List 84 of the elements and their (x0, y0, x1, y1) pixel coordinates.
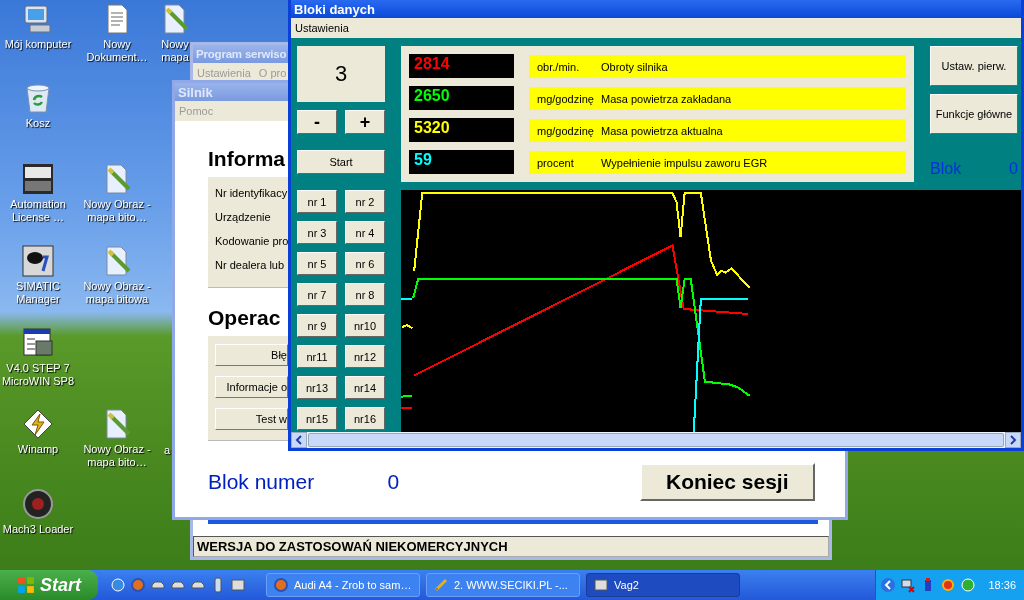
reading-name: Masa powietrza aktualna (601, 124, 723, 137)
operation-button[interactable]: Błę (215, 344, 288, 366)
group-button[interactable]: nr15 (297, 407, 337, 430)
operation-button[interactable]: Test w (215, 408, 288, 430)
increment-button[interactable]: + (345, 110, 385, 134)
window-icon[interactable] (230, 577, 246, 593)
desktop-icon-label[interactable]: a (163, 444, 171, 457)
reading-unit: procent (537, 156, 575, 169)
group-button[interactable]: nr 2 (345, 190, 385, 213)
simatic-logo-icon[interactable] (22, 245, 54, 277)
license-logo-icon[interactable] (22, 163, 54, 195)
scroll-left-icon[interactable] (291, 432, 307, 448)
info-label: Urządzenie (215, 211, 271, 225)
reading-unit: mg/godzinę (537, 92, 595, 105)
main-functions-button[interactable]: Funkcje główne (930, 94, 1018, 134)
group-button[interactable]: nr13 (297, 376, 337, 399)
status-bar-text: WERSJA DO ZASTOSOWAŃ NIEKOMERCYJNYCH (193, 536, 829, 557)
network-icon[interactable] (900, 577, 917, 593)
info-label: Nr dealera lub (215, 259, 285, 273)
pen-icon (433, 577, 449, 593)
reading-value: 2650 (409, 86, 514, 110)
desktop-icon-label[interactable]: V4.0 STEP 7 MicroWIN SP8 (0, 362, 76, 388)
group-button[interactable]: nr14 (345, 376, 385, 399)
decrement-button[interactable]: - (297, 110, 337, 134)
group-button[interactable]: nr 5 (297, 252, 337, 275)
info-label: Kodowanie pro (215, 235, 289, 249)
taskbar-button[interactable]: Audi A4 - Zrob to sam… (266, 573, 420, 597)
desktop-icon-label[interactable]: Winamp (17, 443, 59, 456)
group-button[interactable]: nr12 (345, 345, 385, 368)
group-button[interactable]: nr 3 (297, 221, 337, 244)
menu-item[interactable]: Ustawienia (295, 22, 349, 34)
section-heading: Informa (208, 147, 285, 172)
block-label: Blok (930, 160, 962, 178)
group-button[interactable]: nr11 (297, 345, 337, 368)
desktop-icon-label[interactable]: Mach3 Loader (2, 523, 74, 536)
sun-icon[interactable] (940, 577, 957, 593)
desktop-icon-label[interactable]: Mój komputer (4, 38, 72, 51)
horizontal-scrollbar[interactable] (291, 432, 1021, 448)
desktop-icon-label[interactable]: Nowy mapa (160, 38, 190, 64)
block-value: 0 (1009, 160, 1018, 178)
group-button[interactable]: nr 4 (345, 221, 385, 244)
reading-name: Obroty silnika (601, 60, 668, 73)
circle-icon[interactable] (960, 577, 977, 593)
desktop-icon-label[interactable]: Nowy Obraz - mapa bito… (79, 443, 155, 469)
group-button[interactable]: nr 1 (297, 190, 337, 213)
windows-flag-icon (17, 576, 35, 594)
reading-unit: mg/godzinę (537, 124, 595, 137)
reset-button[interactable]: Ustaw. pierw. (930, 46, 1018, 86)
window-icon (593, 577, 609, 593)
plc-window-icon[interactable] (22, 327, 54, 359)
gauge-logo-icon[interactable] (22, 488, 54, 520)
start-button[interactable]: Start (297, 150, 385, 174)
taskbar-button[interactable]: Vag2 (586, 573, 740, 597)
window-title: Program serwiso (196, 48, 287, 60)
desktop-icon-label[interactable]: Nowy Dokument… (79, 38, 155, 64)
taskbar-button[interactable]: 2. WWW.SECIKI.PL -... (426, 573, 580, 597)
group-button[interactable]: nr16 (345, 407, 385, 430)
scrollbar-thumb[interactable] (308, 433, 1004, 447)
group-button[interactable]: nr 6 (345, 252, 385, 275)
lightning-bolt-icon[interactable] (22, 408, 54, 440)
computer-icon[interactable] (22, 3, 54, 35)
reading-name: Wypełnienie impulsu zaworu EGR (601, 156, 768, 169)
chevron-icon[interactable] (880, 577, 897, 593)
signal-trace (401, 406, 413, 409)
info-label: Nr identyfikacy (215, 187, 288, 201)
group-number-display: 3 (297, 46, 385, 102)
block-number-value: 0 (387, 470, 401, 494)
clock: 18:36 (988, 579, 1016, 591)
reading-value: 5320 (409, 118, 514, 142)
reading-value: 59 (409, 150, 514, 174)
window-title: Bloki danych (294, 1, 375, 17)
group-button[interactable]: nr 7 (297, 283, 337, 306)
reading-unit: obr./min. (537, 60, 581, 73)
reading-name: Masa powietrza zakładana (601, 92, 732, 105)
group-button[interactable]: nr 8 (345, 283, 385, 306)
reading-value: 2814 (409, 54, 514, 78)
section-heading: Operac (208, 306, 281, 331)
group-button[interactable]: nr 9 (297, 314, 337, 337)
scroll-right-icon[interactable] (1005, 432, 1021, 448)
end-session-button[interactable]: Koniec sesji (639, 463, 815, 501)
operation-button[interactable]: Informacje o (215, 376, 288, 398)
window-title: Silnik (178, 84, 213, 100)
block-number-label: Blok numer (208, 470, 316, 494)
group-button[interactable]: nr10 (345, 314, 385, 337)
